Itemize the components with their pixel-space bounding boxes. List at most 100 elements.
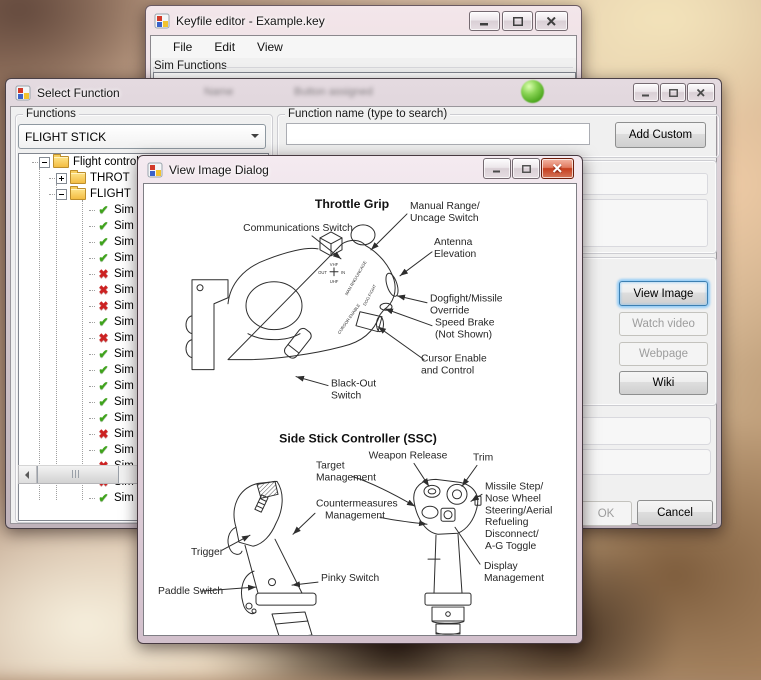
wiki-label: Wiki	[653, 377, 675, 389]
watch-video-button[interactable]: Watch video	[619, 312, 708, 336]
view-image-titlebar[interactable]: View Image Dialog	[138, 156, 582, 184]
side-stick-left-drawing	[228, 481, 316, 635]
maximize-button[interactable]	[502, 11, 533, 31]
tree-connector	[32, 162, 38, 163]
countermeasures-label-2: Management	[325, 510, 385, 521]
maximize-icon	[669, 89, 678, 97]
manual-range-label: Manual Range/	[410, 201, 480, 212]
minimize-icon	[642, 89, 650, 97]
device-uhf-label: UHF	[330, 279, 339, 284]
minimize-button[interactable]	[633, 83, 659, 102]
tree-item-label: Sim	[114, 220, 134, 232]
missile-step-label-4: Refueling	[485, 517, 529, 528]
close-icon	[697, 89, 705, 97]
select-function-titlebar[interactable]: Select Function Name Button assigned	[6, 79, 721, 106]
webpage-button[interactable]: Webpage	[619, 342, 708, 366]
antenna-label-2: Elevation	[434, 249, 477, 260]
view-image-dialog-window: View Image Dialog Throttle Grip Communic…	[137, 155, 583, 644]
check-icon: ✔	[96, 347, 111, 361]
tree-connector	[89, 290, 95, 291]
ok-button[interactable]: OK	[580, 501, 632, 526]
cross-icon: ✖	[96, 331, 111, 345]
scroll-left-arrow[interactable]	[19, 466, 37, 483]
add-custom-button[interactable]: Add Custom	[615, 122, 706, 148]
view-image-button[interactable]: View Image	[619, 281, 708, 306]
ok-label: OK	[598, 508, 615, 520]
tree-item-label: Sim	[114, 316, 134, 328]
cursor-label-2: and Control	[421, 366, 474, 377]
status-orb-green-icon	[521, 80, 544, 103]
cross-icon: ✖	[96, 299, 111, 313]
tree-connector	[89, 498, 95, 499]
functions-combobox[interactable]: FLIGHT STICK	[18, 124, 266, 149]
close-button[interactable]	[541, 158, 574, 179]
tree-item-label: Sim	[114, 284, 134, 296]
cross-icon: ✖	[96, 427, 111, 441]
close-icon	[547, 17, 556, 26]
cursor-label: Cursor Enable	[421, 354, 487, 365]
tree-connector	[89, 210, 95, 211]
antenna-label: Antenna	[434, 237, 473, 248]
tree-connector	[89, 338, 95, 339]
function-search-input[interactable]	[286, 123, 590, 145]
tree-item-label: Sim	[114, 380, 134, 392]
tree-connector	[89, 306, 95, 307]
tree-connector	[89, 386, 95, 387]
maximize-icon	[513, 17, 523, 26]
menu-edit[interactable]: Edit	[203, 37, 246, 57]
tree-connector	[89, 354, 95, 355]
dogfight-label: Dogfight/Missile	[430, 294, 503, 305]
tree-item-label: Sim	[114, 348, 134, 360]
tree-item-label: Sim	[114, 332, 134, 344]
tree-connector	[89, 370, 95, 371]
cancel-button[interactable]: Cancel	[637, 500, 713, 526]
device-vhf-label: VHF	[330, 262, 339, 267]
dogfight-label-2: Override	[430, 306, 470, 317]
side-stick-right-drawing	[414, 479, 481, 634]
app-icon	[147, 162, 163, 178]
maximize-button[interactable]	[660, 83, 686, 102]
folder-icon	[70, 172, 86, 184]
menu-file[interactable]: File	[162, 37, 203, 57]
maximize-button[interactable]	[512, 158, 540, 179]
close-button[interactable]	[535, 11, 568, 31]
wiki-button[interactable]: Wiki	[619, 371, 708, 395]
window-title: View Image Dialog	[169, 163, 269, 177]
diagram-image: Throttle Grip Communications Switch Manu…	[143, 183, 577, 636]
minimize-button[interactable]	[469, 11, 500, 31]
tree-connector	[89, 434, 95, 435]
tree-item-label: THROT	[90, 172, 130, 184]
collapse-icon[interactable]	[39, 157, 50, 168]
expand-icon[interactable]	[56, 173, 67, 184]
check-icon: ✔	[96, 411, 111, 425]
check-icon: ✔	[96, 315, 111, 329]
tree-connector	[49, 178, 55, 179]
tree-item-label: Sim	[114, 300, 134, 312]
countermeasures-label: Countermeasures	[316, 498, 398, 509]
tree-item-label: Sim	[114, 428, 134, 440]
blackout-label-2: Switch	[331, 391, 362, 402]
tree-connector	[89, 274, 95, 275]
keyfile-menubar: File Edit View	[151, 36, 576, 58]
target-label: Target	[316, 460, 345, 471]
maximize-icon	[522, 165, 531, 173]
check-icon: ✔	[96, 491, 111, 505]
blackout-label: Black-Out	[331, 379, 376, 390]
add-custom-label: Add Custom	[629, 129, 692, 141]
missile-step-label-2: Nose Wheel	[485, 493, 541, 504]
minimize-button[interactable]	[483, 158, 511, 179]
tree-item-label: Sim	[114, 412, 134, 424]
paddle-switch-label: Paddle Switch	[158, 586, 223, 597]
menu-view[interactable]: View	[246, 37, 294, 57]
cancel-label: Cancel	[657, 507, 693, 519]
device-dogfight-label: DOG FIGHT	[362, 283, 378, 306]
keyfile-titlebar[interactable]: Keyfile editor - Example.key	[146, 6, 581, 35]
window-title: Keyfile editor - Example.key	[176, 14, 325, 28]
missile-step-label: Missile Step/	[485, 481, 543, 492]
tree-connector	[89, 322, 95, 323]
folder-icon	[53, 156, 69, 168]
collapse-icon[interactable]	[56, 189, 67, 200]
close-button[interactable]	[687, 83, 715, 102]
scrollbar-thumb[interactable]	[37, 466, 119, 483]
tree-connector	[49, 194, 55, 195]
